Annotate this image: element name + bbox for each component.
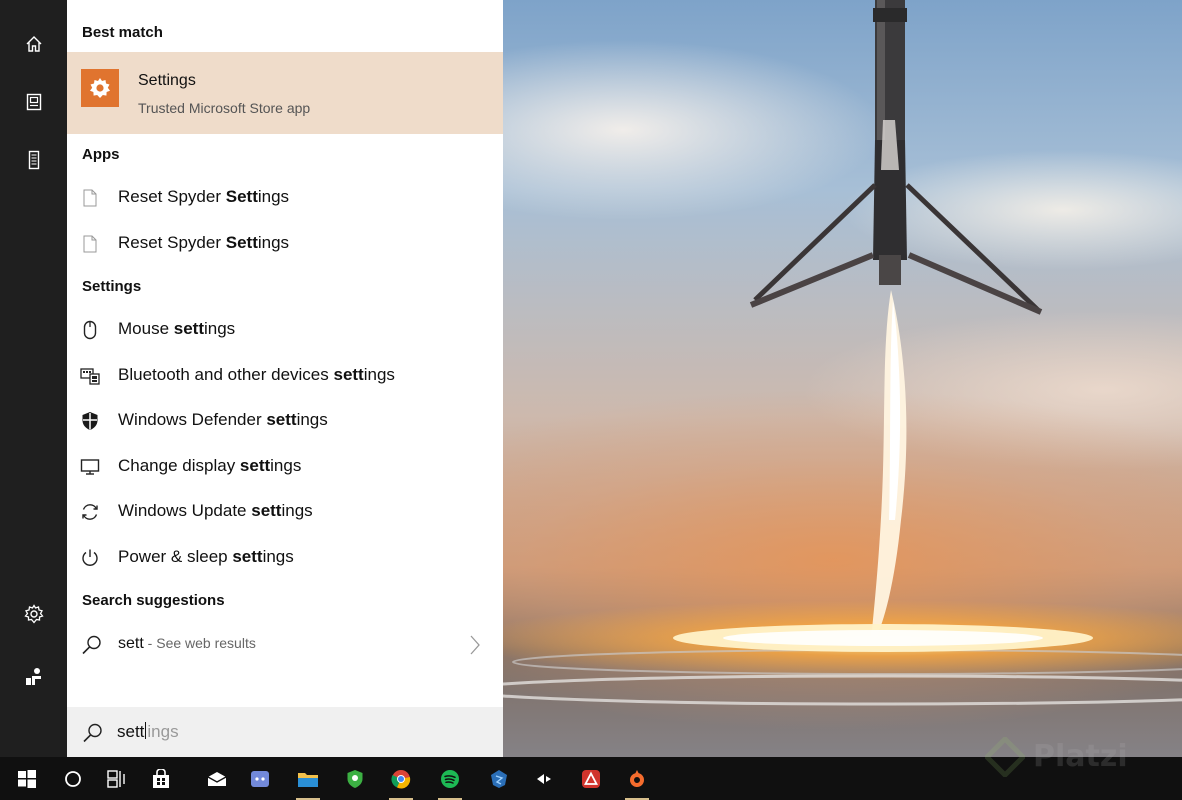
blue-app-icon <box>491 769 507 788</box>
folder-icon <box>298 772 318 787</box>
suggestion-label: sett - See web results <box>118 635 256 653</box>
search-box[interactable]: sett ings <box>67 707 503 757</box>
watermark-logo: Platzi <box>983 735 1145 779</box>
best-match-title: Settings <box>138 72 196 89</box>
best-match-header: Best match <box>82 24 163 41</box>
taskbar-discord-button[interactable] <box>242 757 278 800</box>
setting-result-bluetooth[interactable]: Bluetooth and other devices settings <box>67 355 503 397</box>
desktop-wallpaper <box>503 0 1182 757</box>
app-result-reset-spyder-settings[interactable]: Reset Spyder Settings <box>67 177 503 219</box>
shield-app-icon <box>347 769 363 788</box>
media-icon <box>537 773 551 784</box>
search-icon <box>81 634 103 661</box>
monitor-icon <box>80 457 100 477</box>
search-autocomplete-text: ings <box>147 722 179 741</box>
file-icon <box>80 188 100 208</box>
web-search-suggestion[interactable]: sett - See web results <box>67 622 503 668</box>
taskbar-chrome-button[interactable] <box>383 757 419 800</box>
windows-logo-icon <box>18 769 36 788</box>
orange-app-icon <box>630 769 644 787</box>
taskbar-blue-app-button[interactable] <box>481 757 517 800</box>
settings-button[interactable] <box>0 590 67 638</box>
best-match-settings-result[interactable]: Settings Trusted Microsoft Store app <box>67 52 503 134</box>
search-suggestions-header: Search suggestions <box>82 592 225 609</box>
gear-icon <box>90 78 110 98</box>
taskbar-spotify-button[interactable] <box>432 757 468 800</box>
mouse-icon <box>80 320 100 340</box>
taskbar-store-button[interactable] <box>143 757 179 800</box>
setting-result-mouse[interactable]: Mouse settings <box>67 309 503 351</box>
search-results-panel: Best match Settings Trusted Microsoft St… <box>67 0 503 707</box>
feedback-icon <box>25 668 41 685</box>
app-result-reset-spyder-settings[interactable]: Reset Spyder Settings <box>67 223 503 265</box>
document-icon <box>26 93 41 111</box>
result-label: Mouse settings <box>118 319 236 338</box>
device-button[interactable] <box>0 136 67 184</box>
result-label: Change display settings <box>118 456 302 475</box>
result-label: Power & sleep settings <box>118 547 294 566</box>
setting-result-windows-update[interactable]: Windows Update settings <box>67 491 503 533</box>
suggestion-query: sett <box>118 635 144 652</box>
suggestion-hint: - See web results <box>143 635 256 651</box>
mail-icon <box>207 771 227 786</box>
best-match-subtitle: Trusted Microsoft Store app <box>138 100 311 116</box>
discord-icon <box>251 770 269 787</box>
documents-button[interactable] <box>0 78 67 126</box>
result-label: Windows Update settings <box>118 501 313 520</box>
result-label: Reset Spyder Settings <box>118 233 290 252</box>
keyboard-devices-icon <box>80 366 100 386</box>
setting-result-power-sleep[interactable]: Power & sleep settings <box>67 537 503 579</box>
apps-header: Apps <box>82 146 120 163</box>
chrome-icon <box>391 769 411 789</box>
taskbar-origin-button[interactable] <box>619 757 655 800</box>
taskbar-media-button[interactable] <box>526 757 562 800</box>
rocket-landing-image <box>503 0 1182 706</box>
start-rail <box>0 0 67 757</box>
taskbar-mail-button[interactable] <box>199 757 235 800</box>
search-input[interactable]: sett ings <box>117 722 179 742</box>
power-icon <box>80 548 100 568</box>
device-icon <box>28 150 39 170</box>
taskbar-task-view-button[interactable] <box>99 757 135 800</box>
search-icon <box>82 722 104 749</box>
file-icon <box>80 234 100 254</box>
taskbar-cortana-button[interactable] <box>55 757 91 800</box>
spotify-icon <box>441 769 459 788</box>
taskbar-file-explorer-button[interactable] <box>290 757 326 800</box>
setting-result-change-display[interactable]: Change display settings <box>67 446 503 488</box>
setting-result-windows-defender[interactable]: Windows Defender settings <box>67 400 503 442</box>
result-label: Windows Defender settings <box>118 410 328 429</box>
task-view-icon <box>107 769 125 788</box>
home-icon <box>26 36 41 52</box>
cortana-circle-icon <box>65 770 81 787</box>
settings-header: Settings <box>82 278 142 295</box>
red-triangle-app-icon <box>582 769 600 788</box>
result-label: Reset Spyder Settings <box>118 187 290 206</box>
gear-icon <box>23 604 44 624</box>
home-button[interactable] <box>0 20 67 68</box>
search-typed-text: sett <box>117 722 145 741</box>
taskbar-security-app-button[interactable] <box>337 757 373 800</box>
watermark-text: Platzi <box>1033 739 1128 774</box>
refresh-icon <box>80 502 100 522</box>
store-bag-icon <box>153 768 169 788</box>
platzi-logo-icon <box>983 735 1027 779</box>
chevron-right-icon[interactable] <box>469 634 481 661</box>
settings-app-tile <box>81 69 119 107</box>
feedback-button[interactable] <box>0 652 67 700</box>
taskbar-red-app-button[interactable] <box>573 757 609 800</box>
taskbar-start-button[interactable] <box>9 757 45 800</box>
result-label: Bluetooth and other devices settings <box>118 365 395 384</box>
shield-icon <box>80 411 100 431</box>
